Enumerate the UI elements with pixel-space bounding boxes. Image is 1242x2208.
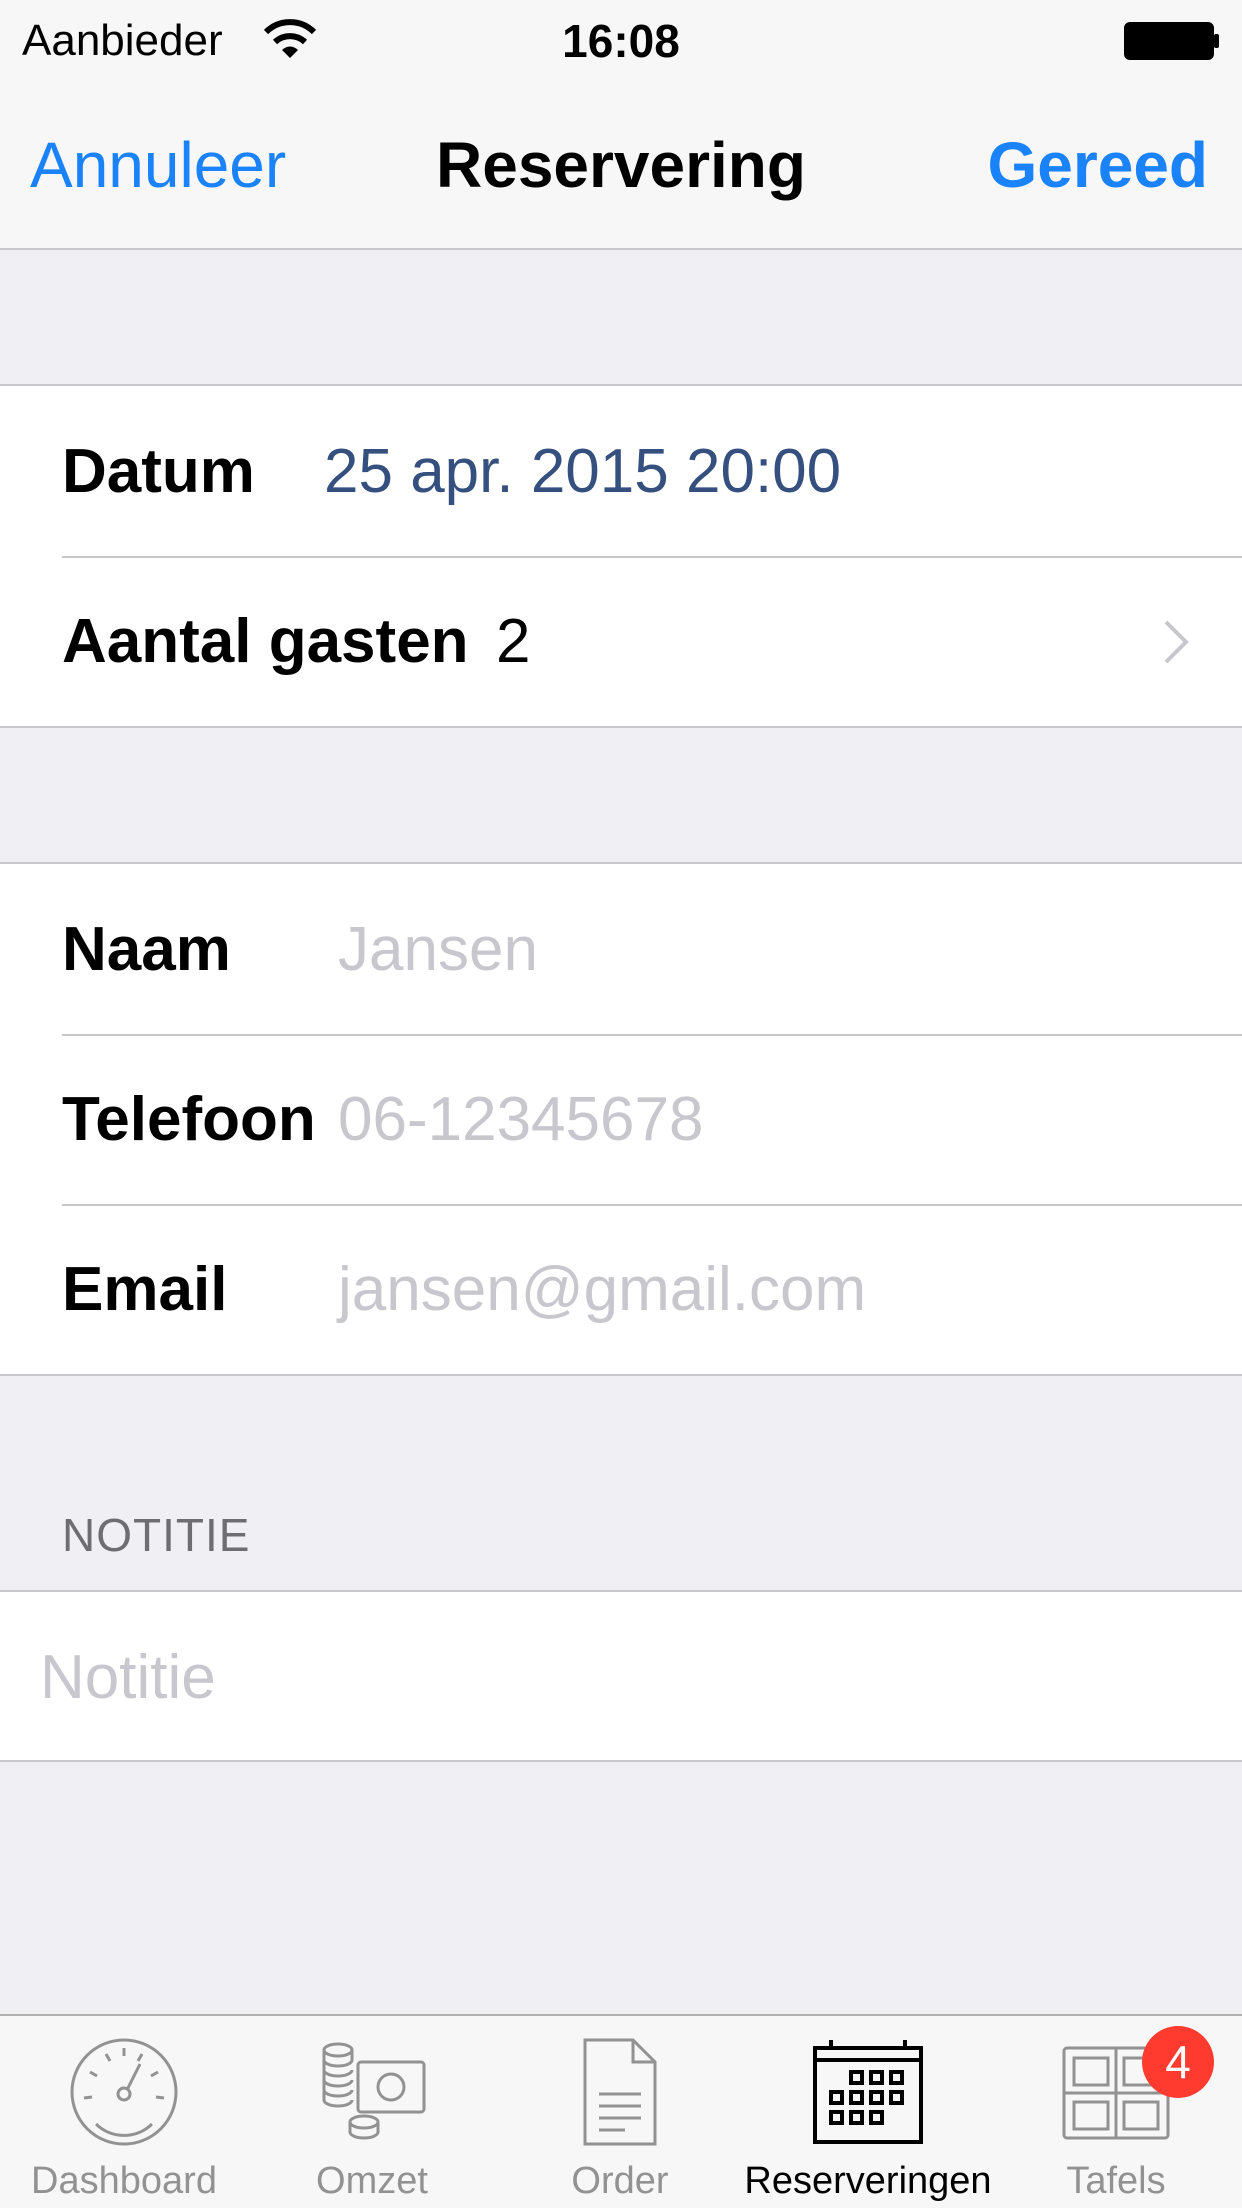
booking-group: Datum 25 apr. 2015 20:00 Aantal gasten 2 — [0, 384, 1242, 728]
speedometer-icon — [70, 2038, 178, 2146]
tab-label-reserveringen: Reserveringen — [744, 2160, 992, 2202]
tab-omzet[interactable]: Omzet — [248, 2016, 496, 2208]
guests-row[interactable]: Aantal gasten 2 — [0, 556, 1242, 726]
battery-icon — [1124, 22, 1219, 60]
tab-label-dashboard: Dashboard — [31, 2160, 217, 2202]
tab-label-order: Order — [571, 2160, 669, 2202]
note-section-header: NOTITIE — [62, 1509, 251, 1561]
done-button[interactable]: Gereed — [987, 128, 1208, 202]
note-row[interactable]: Notitie — [0, 1592, 1242, 1762]
note-group: Notitie — [0, 1590, 1242, 1762]
tab-reserveringen[interactable]: Reserveringen — [744, 2016, 992, 2208]
status-bar: Aanbieder 16:08 — [0, 0, 1242, 84]
date-row[interactable]: Datum 25 apr. 2015 20:00 — [0, 386, 1242, 556]
chevron-right-icon — [1164, 620, 1189, 664]
name-input[interactable]: Jansen — [338, 914, 538, 985]
contact-group: Naam Jansen Telefoon 06-12345678 Email j… — [0, 862, 1242, 1376]
date-value[interactable]: 25 apr. 2015 20:00 — [324, 436, 841, 507]
note-input[interactable]: Notitie — [40, 1642, 216, 1713]
phone-row[interactable]: Telefoon 06-12345678 — [0, 1034, 1242, 1204]
name-label: Naam — [62, 915, 231, 984]
document-icon — [583, 2038, 657, 2146]
email-label: Email — [62, 1255, 228, 1324]
tab-tafels[interactable]: 4 Tafels — [992, 2016, 1240, 2208]
screen: Aanbieder 16:08 Annuleer Reservering Ger… — [0, 0, 1242, 2208]
status-time: 16:08 — [562, 15, 680, 67]
guests-value: 2 — [496, 607, 531, 676]
money-icon — [322, 2042, 426, 2140]
tab-bar: Dashboard Omzet Order Reserveringen 4 Ta… — [0, 2014, 1242, 2208]
calendar-icon — [813, 2040, 923, 2144]
name-row[interactable]: Naam Jansen — [0, 864, 1242, 1034]
email-input[interactable]: jansen@gmail.com — [338, 1254, 866, 1325]
tab-dashboard[interactable]: Dashboard — [0, 2016, 248, 2208]
phone-input[interactable]: 06-12345678 — [338, 1084, 703, 1155]
tab-order[interactable]: Order — [496, 2016, 744, 2208]
date-label: Datum — [62, 437, 255, 506]
tab-label-omzet: Omzet — [316, 2160, 428, 2202]
guests-label: Aantal gasten — [62, 607, 469, 676]
navigation-bar: Annuleer Reservering Gereed — [0, 84, 1242, 250]
tab-label-tafels: Tafels — [1066, 2160, 1166, 2202]
tables-badge: 4 — [1142, 2026, 1214, 2098]
phone-label: Telefoon — [62, 1085, 316, 1154]
email-row[interactable]: Email jansen@gmail.com — [0, 1204, 1242, 1374]
